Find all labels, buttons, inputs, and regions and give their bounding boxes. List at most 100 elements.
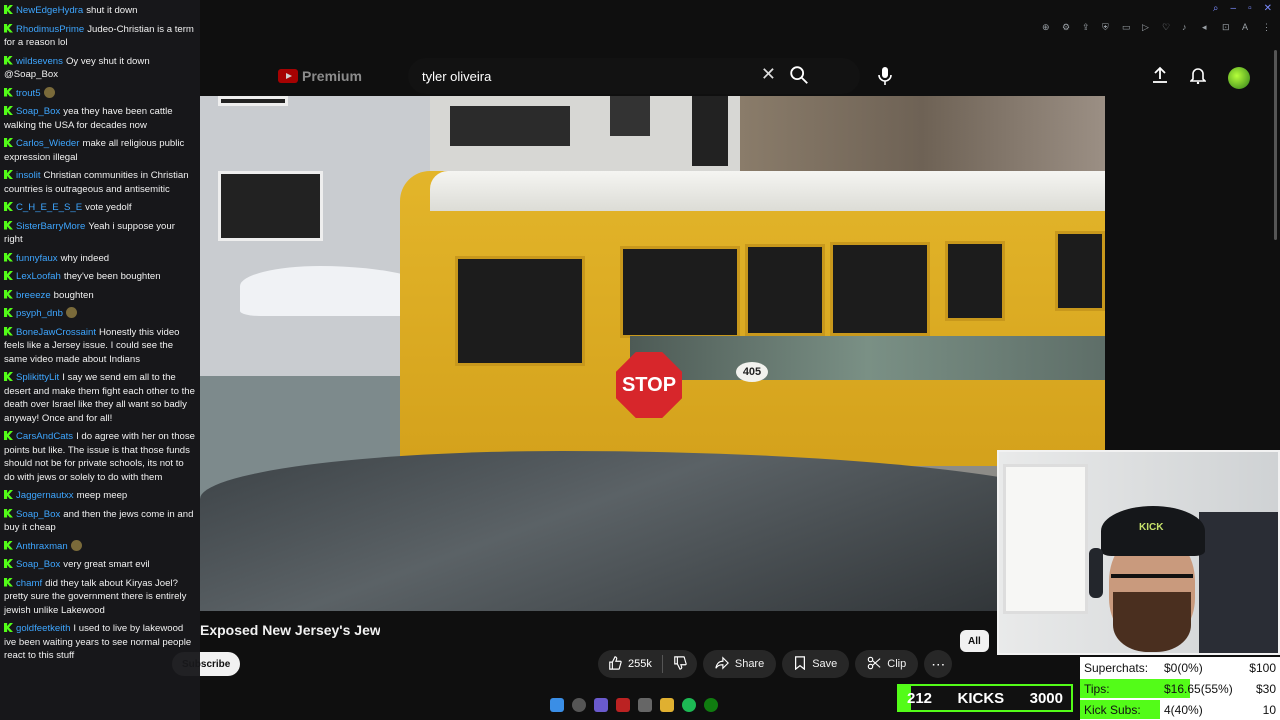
chat-message: breeeze boughten <box>4 289 196 303</box>
kick-badge-icon <box>4 252 13 262</box>
chat-username[interactable]: SplikittyLit <box>16 372 59 383</box>
kick-badge-icon <box>4 87 13 97</box>
dislike-button[interactable] <box>663 655 697 673</box>
cap-logo: KICK <box>1139 522 1164 533</box>
streamer: KICK <box>1087 492 1217 653</box>
sound-icon[interactable]: ◂ <box>1202 22 1212 32</box>
video-scene-door <box>692 96 728 166</box>
chat-message: Soap_Box yea they have been cattle walkin… <box>4 105 196 132</box>
spotify-icon[interactable] <box>682 698 696 712</box>
goal-label: Kick Subs: <box>1084 702 1141 717</box>
chat-message: BoneJawCrossaint Honestly this video feel… <box>4 326 196 367</box>
clip-button[interactable]: Clip <box>855 650 919 678</box>
chat-username[interactable]: Anthraxman <box>16 541 68 552</box>
chat-message: insolit Christian communities in Christia… <box>4 169 196 196</box>
volume-icon[interactable]: ♪ <box>1182 22 1192 32</box>
chat-username[interactable]: breeeze <box>16 290 51 301</box>
youtube-logo[interactable]: Premium <box>278 68 362 84</box>
chat-username[interactable]: CarsAndCats <box>16 431 73 442</box>
browser-icon[interactable] <box>638 698 652 712</box>
chat-username[interactable]: psyph_dnb <box>16 308 63 319</box>
upload-icon[interactable] <box>1152 66 1168 89</box>
kicks-label: KICKS <box>957 689 1005 707</box>
chat-message: RhodimusPrime Judeo-Christian is a term f… <box>4 23 196 50</box>
clip-label: Clip <box>887 658 907 670</box>
xbox-icon[interactable] <box>704 698 718 712</box>
chat-username[interactable]: Soap_Box <box>16 559 60 570</box>
share-page-icon[interactable]: ⇪ <box>1082 22 1092 32</box>
windows-start-icon[interactable] <box>550 698 564 712</box>
chat-username[interactable]: RhodimusPrime <box>16 24 84 35</box>
more-icon[interactable]: ⋯ <box>924 650 953 678</box>
search-icon[interactable]: ⌕ <box>1213 3 1219 14</box>
chat-message: wildsevens Oy vey shut it down @Soap_Box <box>4 55 196 82</box>
chat-username[interactable]: wildsevens <box>16 56 63 67</box>
like-count: 255k <box>628 658 652 670</box>
stop-sign: STOP <box>616 352 682 418</box>
streamer-webcam: KICK <box>997 450 1280 655</box>
kick-badge-icon <box>4 326 13 336</box>
chat-username[interactable]: funnyfaux <box>16 253 58 264</box>
screen: ⌕ – ▫ ✕ ⊕ ⚙ ⇪ ⛨ ▭ ▷ ♡ ♪ ◂ ⊡ A ⋮ Premium … <box>0 0 1280 720</box>
chat-username[interactable]: C_H_E_E_S_E <box>16 202 82 213</box>
cast-icon[interactable]: ▭ <box>1122 22 1132 32</box>
video-action-row: 255k Share Save Clip ⋯ <box>598 650 953 678</box>
avatar[interactable] <box>1228 66 1250 89</box>
close-icon[interactable]: ✕ <box>1264 3 1272 14</box>
minimize-icon[interactable]: – <box>1231 3 1237 14</box>
chat-username[interactable]: trout5 <box>16 88 41 99</box>
chat-username[interactable]: SisterBarryMore <box>16 221 85 232</box>
scrollbar[interactable] <box>1274 40 1279 240</box>
search-icon[interactable] <box>572 698 586 712</box>
ai-icon[interactable]: A <box>1242 22 1252 32</box>
share-button[interactable]: Share <box>702 650 777 678</box>
chat-message: SisterBarryMore Yeah i suppose your right <box>4 220 196 247</box>
like-button[interactable]: 255k <box>598 655 662 673</box>
share-icon <box>715 655 729 673</box>
chat-username[interactable]: Jaggernautxx <box>16 490 74 501</box>
kick-badge-icon <box>4 490 13 499</box>
chat-username[interactable]: goldfeetkeith <box>16 623 70 634</box>
chat-username[interactable]: insolit <box>16 170 41 181</box>
video-player[interactable]: 405 STOP <box>200 96 1105 611</box>
chat-message: SplikittyLit I say we send em all to the … <box>4 371 196 425</box>
obs-icon[interactable] <box>616 698 630 712</box>
lock-icon[interactable]: ⊡ <box>1222 22 1232 32</box>
chip-all[interactable]: All <box>960 630 989 652</box>
kick-badge-icon <box>4 577 13 587</box>
video-scene-bus-window <box>620 246 740 338</box>
video-title[interactable]: Exposed New Jersey's Jewish Invasion... <box>200 622 380 638</box>
zoom-icon[interactable]: ⊕ <box>1042 22 1052 32</box>
grid-icon[interactable]: ⋮ <box>1262 22 1272 32</box>
bell-icon[interactable] <box>1189 66 1207 89</box>
chat-username[interactable]: chamf <box>16 578 42 589</box>
play-icon[interactable]: ▷ <box>1142 22 1152 32</box>
chat-username[interactable]: LexLoofah <box>16 271 61 282</box>
chat-message: Soap_Box very great smart evil <box>4 558 196 572</box>
discord-icon[interactable] <box>594 698 608 712</box>
chat-username[interactable]: Carlos_Wieder <box>16 138 79 149</box>
chat-message: Soap_Box and then the jews come in and bu… <box>4 508 196 535</box>
shield-icon[interactable]: ⛨ <box>1102 22 1112 32</box>
youtube-play-icon <box>278 69 298 83</box>
chat-username[interactable]: Soap_Box <box>16 509 60 520</box>
close-icon[interactable]: ✕ <box>761 64 776 85</box>
kick-badge-icon <box>4 55 13 65</box>
restore-icon[interactable]: ▫ <box>1248 3 1252 14</box>
chat-message: goldfeetkeith I used to live by lakewood … <box>4 622 196 663</box>
video-scene-window <box>610 96 650 136</box>
bus-number: 405 <box>736 362 768 382</box>
scrollbar-thumb[interactable] <box>1274 50 1277 240</box>
search-input[interactable] <box>422 68 782 84</box>
settings-icon[interactable]: ⚙ <box>1062 22 1072 32</box>
save-button[interactable]: Save <box>782 650 850 678</box>
heart-icon[interactable]: ♡ <box>1162 22 1172 32</box>
chat-username[interactable]: NewEdgeHydra <box>16 5 83 16</box>
emote-icon <box>70 539 82 551</box>
search-icon[interactable] <box>788 64 812 88</box>
folder-icon[interactable] <box>660 698 674 712</box>
chat-username[interactable]: Soap_Box <box>16 106 60 117</box>
chat-username[interactable]: BoneJawCrossaint <box>16 327 96 338</box>
mic-icon[interactable] <box>870 58 900 94</box>
header-actions <box>1152 66 1250 89</box>
